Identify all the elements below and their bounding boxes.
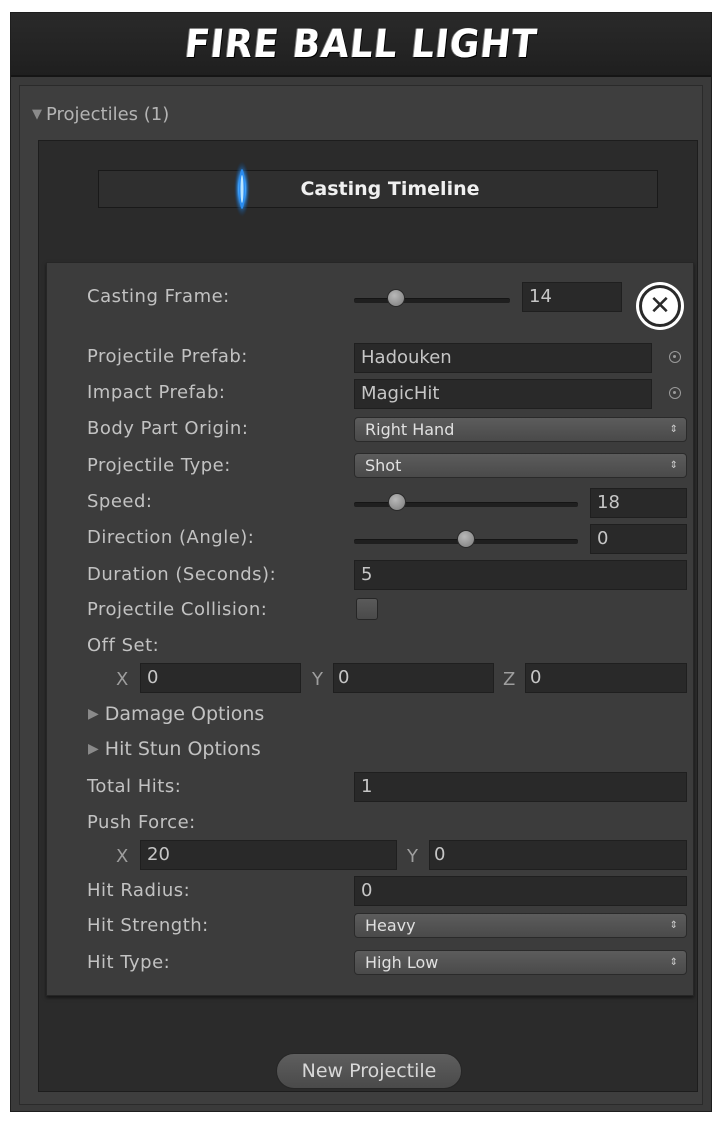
casting-frame-label: Casting Frame: xyxy=(87,286,230,307)
speed-slider-knob[interactable] xyxy=(388,493,406,511)
offset-z-label: Z xyxy=(503,669,516,690)
projectile-type-value: Shot xyxy=(365,456,402,475)
total-hits-label: Total Hits: xyxy=(87,776,182,797)
hit-stun-options-foldout[interactable]: ▶ Hit Stun Options xyxy=(88,738,261,760)
direction-label: Direction (Angle): xyxy=(87,527,255,548)
dropdown-arrows-icon: ⇕ xyxy=(669,920,678,931)
hit-radius-label: Hit Radius: xyxy=(87,880,191,901)
timeline-glow-icon xyxy=(234,161,250,217)
casting-frame-field[interactable]: 14 xyxy=(522,282,622,312)
duration-label: Duration (Seconds): xyxy=(87,564,277,585)
close-icon: ✕ xyxy=(639,285,681,327)
push-force-x-label: X xyxy=(116,846,129,867)
hit-type-value: High Low xyxy=(365,953,439,972)
offset-x-field[interactable]: 0 xyxy=(140,663,301,693)
projectile-type-dropdown[interactable]: Shot ⇕ xyxy=(354,453,687,478)
body-part-origin-label: Body Part Origin: xyxy=(87,418,249,439)
new-projectile-button[interactable]: New Projectile xyxy=(276,1053,462,1089)
offset-x-label: X xyxy=(116,669,129,690)
offset-y-label: Y xyxy=(312,669,323,690)
object-picker-icon[interactable] xyxy=(669,351,681,363)
push-force-y-field[interactable]: 0 xyxy=(429,840,687,870)
window-title: FIRE BALL LIGHT xyxy=(182,21,540,67)
casting-frame-slider-track[interactable] xyxy=(354,298,510,303)
hit-strength-label: Hit Strength: xyxy=(87,915,209,936)
direction-field[interactable]: 0 xyxy=(590,524,687,554)
push-force-x-field[interactable]: 20 xyxy=(140,840,397,870)
dropdown-arrows-icon: ⇕ xyxy=(669,460,678,471)
title-banner: FIRE BALL LIGHT xyxy=(11,13,711,77)
casting-timeline-title: Casting Timeline xyxy=(300,178,480,200)
push-force-y-label: Y xyxy=(407,846,418,867)
duration-field[interactable]: 5 xyxy=(354,560,687,590)
hit-strength-dropdown[interactable]: Heavy ⇕ xyxy=(354,913,687,938)
damage-options-label: Damage Options xyxy=(104,703,265,725)
projectiles-foldout-label: Projectiles (1) xyxy=(46,104,170,125)
remove-projectile-button[interactable]: ✕ xyxy=(636,282,684,330)
body-part-origin-dropdown[interactable]: Right Hand ⇕ xyxy=(354,417,687,442)
projectiles-foldout[interactable]: ▼ Projectiles (1) xyxy=(32,104,169,125)
projectile-prefab-field[interactable]: Hadouken xyxy=(354,343,652,373)
projectile-prefab-label: Projectile Prefab: xyxy=(87,346,248,367)
impact-prefab-label: Impact Prefab: xyxy=(87,382,226,403)
offset-y-field[interactable]: 0 xyxy=(333,663,494,693)
hit-type-dropdown[interactable]: High Low ⇕ xyxy=(354,950,687,975)
projectile-type-label: Projectile Type: xyxy=(87,455,231,476)
hit-strength-value: Heavy xyxy=(365,916,416,935)
dropdown-arrows-icon: ⇕ xyxy=(669,957,678,968)
foldout-expanded-icon: ▼ xyxy=(32,107,42,122)
speed-label: Speed: xyxy=(87,491,153,512)
hit-radius-field[interactable]: 0 xyxy=(354,876,687,906)
projectile-collision-checkbox[interactable] xyxy=(356,598,378,620)
speed-field[interactable]: 18 xyxy=(590,488,687,518)
offset-z-field[interactable]: 0 xyxy=(525,663,687,693)
foldout-collapsed-icon: ▶ xyxy=(88,741,99,757)
impact-prefab-field[interactable]: MagicHit xyxy=(354,379,652,409)
foldout-collapsed-icon: ▶ xyxy=(88,706,99,722)
casting-frame-slider-knob[interactable] xyxy=(387,289,405,307)
hit-type-label: Hit Type: xyxy=(87,952,171,973)
projectile-collision-label: Projectile Collision: xyxy=(87,599,268,620)
object-picker-icon[interactable] xyxy=(669,387,681,399)
damage-options-foldout[interactable]: ▶ Damage Options xyxy=(88,703,264,725)
total-hits-field[interactable]: 1 xyxy=(354,772,687,802)
offset-label: Off Set: xyxy=(87,635,160,656)
hit-stun-options-label: Hit Stun Options xyxy=(104,738,261,760)
push-force-label: Push Force: xyxy=(87,812,196,833)
dropdown-arrows-icon: ⇕ xyxy=(669,424,678,435)
casting-timeline-header: Casting Timeline xyxy=(98,170,658,208)
body-part-origin-value: Right Hand xyxy=(365,420,455,439)
direction-slider-knob[interactable] xyxy=(457,530,475,548)
